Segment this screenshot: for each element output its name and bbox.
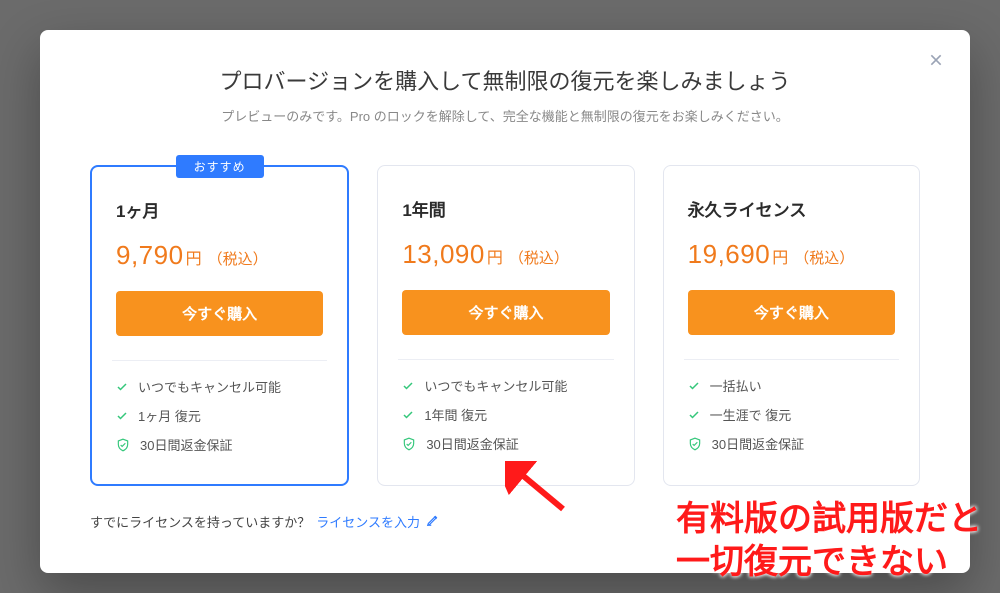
- check-icon: [688, 380, 700, 392]
- price-value: 19,690: [688, 239, 771, 270]
- feature-item: 1ヶ月 復元: [116, 406, 323, 425]
- divider: [112, 360, 327, 361]
- feature-text: 30日間返金保証: [426, 434, 518, 453]
- divider: [684, 359, 899, 360]
- feature-text: 30日間返金保証: [140, 435, 232, 454]
- license-link-text: ライセンスを入力: [316, 512, 420, 531]
- check-icon: [688, 409, 700, 421]
- feature-item: 30日間返金保証: [116, 435, 323, 454]
- license-row: すでにライセンスを持っていますか？ ライセンスを入力: [90, 512, 920, 531]
- shield-icon: [116, 438, 130, 452]
- feature-text: いつでもキャンセル可能: [138, 377, 281, 396]
- plan-name: 永久ライセンス: [688, 196, 895, 221]
- license-input-link[interactable]: ライセンスを入力: [316, 512, 440, 531]
- tax-label: （税込）: [794, 247, 854, 268]
- close-icon: [928, 52, 944, 68]
- feature-item: いつでもキャンセル可能: [402, 376, 609, 395]
- feature-item: 一括払い: [688, 376, 895, 395]
- close-button[interactable]: [922, 46, 950, 74]
- plan-card-monthly: おすすめ 1ヶ月 9,790円 （税込） 今すぐ購入 いつでもキャンセル可能 1…: [90, 165, 349, 486]
- feature-text: 30日間返金保証: [712, 434, 804, 453]
- recommended-badge: おすすめ: [176, 155, 264, 178]
- feature-text: 1年間 復元: [424, 405, 487, 424]
- tax-label: （税込）: [208, 248, 268, 269]
- tax-label: （税込）: [509, 247, 569, 268]
- plan-name: 1ヶ月: [116, 197, 323, 222]
- feature-text: 一括払い: [710, 376, 762, 395]
- feature-item: 30日間返金保証: [688, 434, 895, 453]
- feature-list: いつでもキャンセル可能 1ヶ月 復元 30日間返金保証: [116, 377, 323, 454]
- check-icon: [116, 410, 128, 422]
- modal-title: プロバージョンを購入して無制限の復元を楽しみましょう: [90, 64, 920, 96]
- feature-list: いつでもキャンセル可能 1年間 復元 30日間返金保証: [402, 376, 609, 453]
- feature-list: 一括払い 一生涯で 復元 30日間返金保証: [688, 376, 895, 453]
- pencil-icon: [426, 513, 440, 530]
- license-question: すでにライセンスを持っていますか？: [90, 512, 310, 531]
- feature-item: いつでもキャンセル可能: [116, 377, 323, 396]
- price-unit: 円: [772, 244, 788, 268]
- feature-text: 一生涯で 復元: [710, 405, 792, 424]
- buy-button-monthly[interactable]: 今すぐ購入: [116, 291, 323, 336]
- shield-icon: [688, 437, 702, 451]
- price-unit: 円: [186, 245, 202, 269]
- price-row: 19,690円 （税込）: [688, 239, 895, 270]
- buy-button-lifetime[interactable]: 今すぐ購入: [688, 290, 895, 335]
- price-row: 9,790円 （税込）: [116, 240, 323, 271]
- check-icon: [402, 409, 414, 421]
- plan-name: 1年間: [402, 196, 609, 221]
- modal-subtitle: プレビューのみです。Pro のロックを解除して、完全な機能と無制限の復元をお楽し…: [90, 106, 920, 125]
- feature-item: 一生涯で 復元: [688, 405, 895, 424]
- feature-item: 30日間返金保証: [402, 434, 609, 453]
- purchase-modal: プロバージョンを購入して無制限の復元を楽しみましょう プレビューのみです。Pro…: [40, 30, 970, 573]
- feature-text: いつでもキャンセル可能: [424, 376, 567, 395]
- price-value: 9,790: [116, 240, 184, 271]
- shield-icon: [402, 437, 416, 451]
- feature-item: 1年間 復元: [402, 405, 609, 424]
- check-icon: [116, 381, 128, 393]
- price-row: 13,090円 （税込）: [402, 239, 609, 270]
- feature-text: 1ヶ月 復元: [138, 406, 201, 425]
- divider: [398, 359, 613, 360]
- plan-card-lifetime: 永久ライセンス 19,690円 （税込） 今すぐ購入 一括払い 一生涯で 復元 …: [663, 165, 920, 486]
- plan-card-yearly: 1年間 13,090円 （税込） 今すぐ購入 いつでもキャンセル可能 1年間 復…: [377, 165, 634, 486]
- check-icon: [402, 380, 414, 392]
- plans-container: おすすめ 1ヶ月 9,790円 （税込） 今すぐ購入 いつでもキャンセル可能 1…: [90, 165, 920, 486]
- buy-button-yearly[interactable]: 今すぐ購入: [402, 290, 609, 335]
- price-unit: 円: [487, 244, 503, 268]
- price-value: 13,090: [402, 239, 485, 270]
